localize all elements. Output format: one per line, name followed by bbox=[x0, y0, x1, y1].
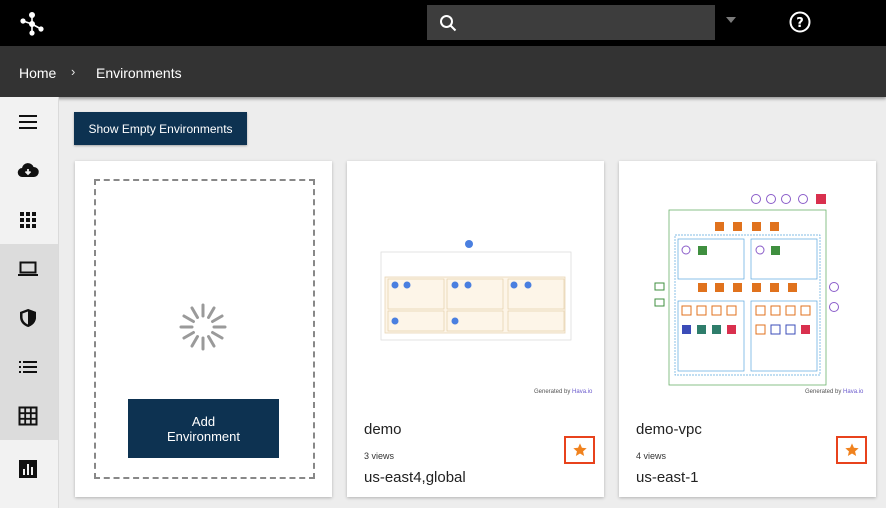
sidebar-item-apps[interactable] bbox=[0, 195, 58, 244]
sidebar-item-table[interactable] bbox=[0, 391, 58, 440]
loading-spinner-icon bbox=[179, 303, 227, 351]
environment-region: us-east4,global bbox=[364, 469, 466, 486]
generated-by-text: Generated by bbox=[534, 389, 571, 395]
add-environment-button[interactable]: Add Environment bbox=[128, 399, 279, 458]
diagram-thumbnail[interactable] bbox=[620, 162, 875, 407]
generator-name: Hava.io bbox=[843, 389, 864, 395]
environment-card[interactable]: Generated by Hava.io demo 3 views us-eas… bbox=[347, 161, 604, 497]
environment-name[interactable]: demo-vpc bbox=[636, 421, 702, 438]
svg-text:?: ? bbox=[796, 16, 804, 31]
shield-icon bbox=[20, 309, 36, 327]
sidebar-item-import[interactable] bbox=[0, 146, 58, 195]
sidebar bbox=[0, 97, 59, 508]
favorite-star-button[interactable] bbox=[836, 436, 867, 464]
breadcrumb-current: Environments bbox=[96, 65, 182, 81]
environment-region: us-east-1 bbox=[636, 469, 699, 486]
search-box[interactable] bbox=[427, 5, 715, 40]
environment-views: 4 views bbox=[636, 451, 667, 461]
help-icon[interactable]: ? bbox=[789, 11, 811, 33]
search-input[interactable] bbox=[467, 5, 707, 40]
bar-chart-icon bbox=[19, 460, 37, 478]
cloud-download-icon bbox=[17, 163, 39, 178]
logo-icon[interactable] bbox=[18, 10, 46, 36]
list-icon bbox=[19, 361, 37, 373]
diagram-thumbnail[interactable] bbox=[348, 162, 603, 407]
favorite-star-button[interactable] bbox=[564, 436, 595, 464]
show-empty-environments-button[interactable]: Show Empty Environments bbox=[74, 112, 247, 145]
add-environment-card: Add Environment bbox=[75, 161, 332, 497]
generator-name: Hava.io bbox=[572, 389, 593, 395]
breadcrumb-separator: › bbox=[71, 64, 76, 79]
apps-grid-icon bbox=[20, 212, 36, 228]
environment-name[interactable]: demo bbox=[364, 421, 402, 438]
star-icon bbox=[572, 443, 587, 456]
table-grid-icon bbox=[18, 406, 38, 426]
search-dropdown-icon[interactable] bbox=[726, 17, 736, 23]
star-icon bbox=[844, 443, 859, 456]
sidebar-item-list[interactable] bbox=[0, 342, 58, 391]
top-bar: ? bbox=[0, 0, 886, 46]
search-icon bbox=[440, 15, 457, 32]
sidebar-item-reports[interactable] bbox=[0, 444, 58, 493]
menu-icon bbox=[19, 115, 37, 129]
environment-views: 3 views bbox=[364, 451, 395, 461]
sidebar-item-menu[interactable] bbox=[0, 97, 58, 146]
generated-by-text: Generated by bbox=[805, 389, 842, 395]
environment-card[interactable]: Generated by Hava.io demo-vpc 4 views us… bbox=[619, 161, 876, 497]
generated-by-label: Generated by Hava.io bbox=[805, 389, 863, 395]
laptop-icon bbox=[18, 261, 38, 276]
sidebar-item-environments[interactable] bbox=[0, 244, 58, 293]
generated-by-label: Generated by Hava.io bbox=[534, 389, 592, 395]
breadcrumb-home[interactable]: Home bbox=[19, 65, 56, 81]
sidebar-item-security[interactable] bbox=[0, 293, 58, 342]
breadcrumb: Home › Environments bbox=[0, 46, 886, 97]
